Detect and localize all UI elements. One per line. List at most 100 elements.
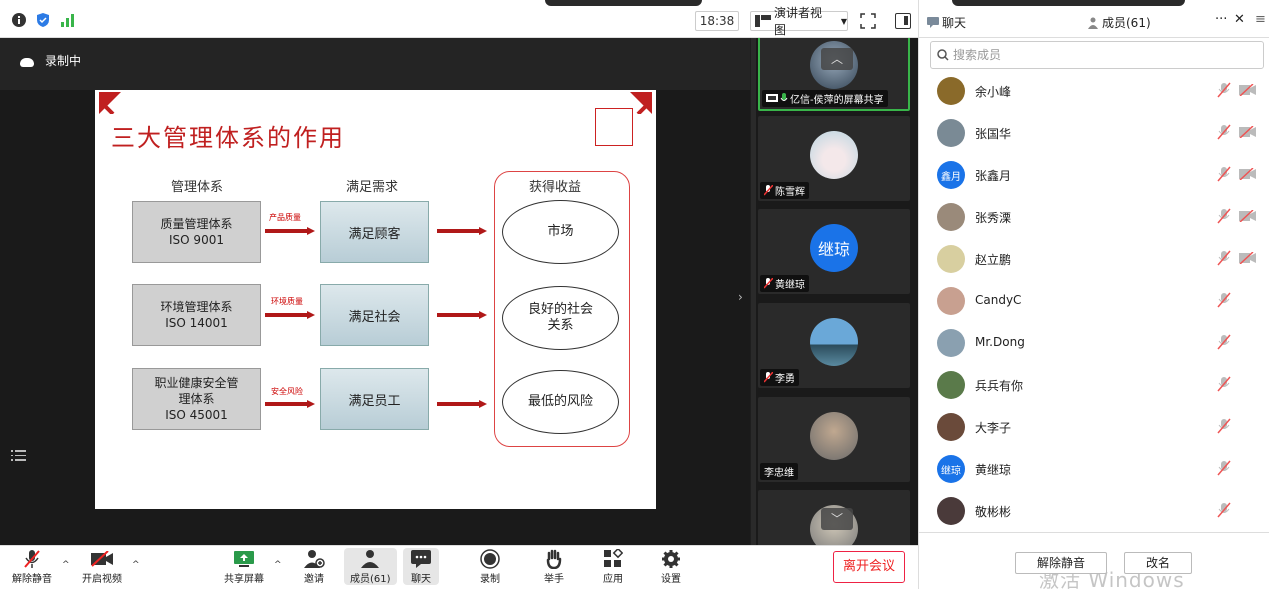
member-row[interactable]: Mr.Dong — [919, 322, 1269, 364]
member-row[interactable]: 继琼 黄继琼 — [919, 448, 1269, 490]
rename-button[interactable]: 改名 — [1124, 552, 1192, 574]
participant-name-tag: 李勇 — [760, 369, 799, 386]
system-code: ISO 45001 — [165, 408, 228, 422]
video-tile[interactable]: 继琼 黄继琼 — [758, 209, 910, 294]
system-box: 环境管理体系 ISO 14001 — [132, 284, 261, 346]
record-button[interactable]: 录制 — [478, 548, 502, 585]
scroll-up-button[interactable]: ︿ — [821, 48, 853, 70]
tab-members[interactable]: 成员(61) — [1087, 14, 1151, 31]
video-tile[interactable]: 李忠维 — [758, 397, 910, 482]
mic-muted-icon[interactable] — [1217, 334, 1231, 350]
chevron-up-icon[interactable]: ^ — [274, 560, 282, 570]
screen-share-area: 录制中 三大管理体系的作用 管理体系 满足需求 获得收益 质量管理体系 ISO … — [0, 38, 750, 545]
mic-muted-icon[interactable] — [1217, 82, 1231, 98]
meeting-window: 18:38 演讲者视图 ▼ 录制中 三大管理体系的作用 管理体系 满足需求 获得… — [0, 0, 1269, 589]
invite-button[interactable]: 邀请 — [302, 548, 326, 585]
avatar — [937, 371, 965, 399]
window-tab-notch — [545, 0, 702, 6]
unmute-all-button[interactable]: 解除静音 — [1015, 552, 1107, 574]
unmute-button[interactable]: 解除静音 — [12, 548, 52, 585]
leave-meeting-button[interactable]: 离开会议 — [833, 551, 905, 583]
mic-muted-icon — [764, 372, 773, 383]
apps-button[interactable]: 应用 — [601, 548, 625, 585]
mic-on-icon — [780, 93, 788, 101]
avatar: 继琼 — [937, 455, 965, 483]
system-code: ISO 9001 — [169, 233, 224, 247]
start-video-button[interactable]: 开启视频 — [82, 548, 122, 585]
signal-strength-icon[interactable] — [60, 13, 76, 27]
scroll-down-button[interactable]: ﹀ — [821, 508, 853, 530]
member-row[interactable]: 赵立鹏 — [919, 238, 1269, 280]
info-icon[interactable] — [12, 13, 26, 27]
mic-muted-icon[interactable] — [1217, 502, 1231, 518]
view-mode-dropdown[interactable]: 演讲者视图 ▼ — [750, 6, 848, 37]
member-row[interactable]: CandyC — [919, 280, 1269, 322]
list-icon[interactable] — [11, 450, 26, 462]
participant-name-tag: 黄继琼 — [760, 275, 809, 292]
mic-muted-icon[interactable] — [1217, 376, 1231, 392]
arrow — [437, 227, 487, 235]
member-row[interactable]: 张秀溧 — [919, 196, 1269, 238]
speaker-view-icon — [755, 15, 771, 27]
video-off-icon — [91, 551, 113, 567]
chat-button[interactable]: 聊天 — [403, 548, 439, 585]
slide-title: 三大管理体系的作用 — [111, 124, 345, 152]
member-name: 兵兵有你 — [975, 379, 1024, 393]
side-panel-toggle-icon[interactable] — [895, 13, 911, 29]
avatar — [937, 203, 965, 231]
member-row[interactable]: 大李子 — [919, 406, 1269, 448]
more-options-icon[interactable]: ··· — [1215, 12, 1227, 27]
shared-slide: 三大管理体系的作用 管理体系 满足需求 获得收益 质量管理体系 ISO 9001… — [95, 90, 656, 509]
fullscreen-icon[interactable] — [860, 13, 876, 29]
avatar — [937, 77, 965, 105]
menu-icon[interactable]: ≡ — [1255, 12, 1266, 27]
system-name: 职业健康安全管 — [154, 376, 239, 390]
chevron-right-icon[interactable]: › — [738, 290, 743, 304]
member-row[interactable]: 兵兵有你 — [919, 364, 1269, 406]
video-off-icon[interactable] — [1239, 168, 1257, 180]
settings-button[interactable]: 设置 — [659, 548, 683, 585]
participant-name-tag: 亿信-侯萍的屏幕共享 — [762, 90, 888, 107]
shield-icon[interactable] — [36, 13, 50, 27]
mic-muted-icon[interactable] — [1217, 166, 1231, 182]
search-input[interactable] — [953, 48, 1253, 62]
system-name-cont: 理体系 — [178, 392, 215, 406]
member-search[interactable] — [930, 41, 1264, 69]
member-row[interactable]: 敬彬彬 — [919, 490, 1269, 532]
video-off-icon[interactable] — [1239, 252, 1257, 264]
chevron-up-icon[interactable]: ^ — [132, 560, 140, 570]
video-tile[interactable]: 李勇 — [758, 303, 910, 388]
recording-bar: 录制中 — [0, 38, 750, 90]
raise-hand-button[interactable]: 举手 — [542, 548, 566, 585]
view-mode-label: 演讲者视图 — [773, 6, 822, 37]
arrow — [437, 311, 487, 319]
mic-muted-icon[interactable] — [1217, 208, 1231, 224]
video-off-icon[interactable] — [1239, 210, 1257, 222]
mic-muted-icon[interactable] — [1217, 460, 1231, 476]
arrow — [265, 400, 315, 408]
member-row[interactable]: 鑫月 张鑫月 — [919, 154, 1269, 196]
video-tile[interactable]: 陈雪辉 — [758, 116, 910, 201]
participant-name-tag: 李忠维 — [760, 463, 798, 480]
member-row[interactable]: 张国华 — [919, 112, 1269, 154]
share-screen-button[interactable]: 共享屏幕 — [224, 548, 264, 585]
close-icon[interactable]: ✕ — [1234, 12, 1245, 27]
video-off-icon[interactable] — [1239, 84, 1257, 96]
members-button[interactable]: 成员(61) — [344, 548, 397, 585]
members-list: 余小峰 张国华 鑫月 张鑫月 张秀溧赵立鹏 CandyC Mr.Dong 兵兵有你大李子 继琼黄… — [919, 70, 1269, 532]
mic-muted-icon[interactable] — [1217, 250, 1231, 266]
video-off-icon[interactable] — [1239, 126, 1257, 138]
meeting-timer: 18:38 — [695, 11, 739, 31]
mic-muted-icon[interactable] — [1217, 292, 1231, 308]
mic-muted-icon[interactable] — [1217, 124, 1231, 140]
chevron-up-icon[interactable]: ^ — [62, 560, 70, 570]
member-name: 赵立鹏 — [975, 253, 1012, 267]
mic-muted-icon[interactable] — [1217, 418, 1231, 434]
chat-icon — [411, 550, 431, 568]
arrow — [437, 400, 487, 408]
member-row[interactable]: 余小峰 — [919, 70, 1269, 112]
arrow — [265, 227, 315, 235]
tab-chat[interactable]: 聊天 — [927, 14, 966, 31]
system-box: 职业健康安全管 理体系 ISO 45001 — [132, 368, 261, 430]
gain-ellipse: 最低的风险 — [502, 370, 619, 434]
